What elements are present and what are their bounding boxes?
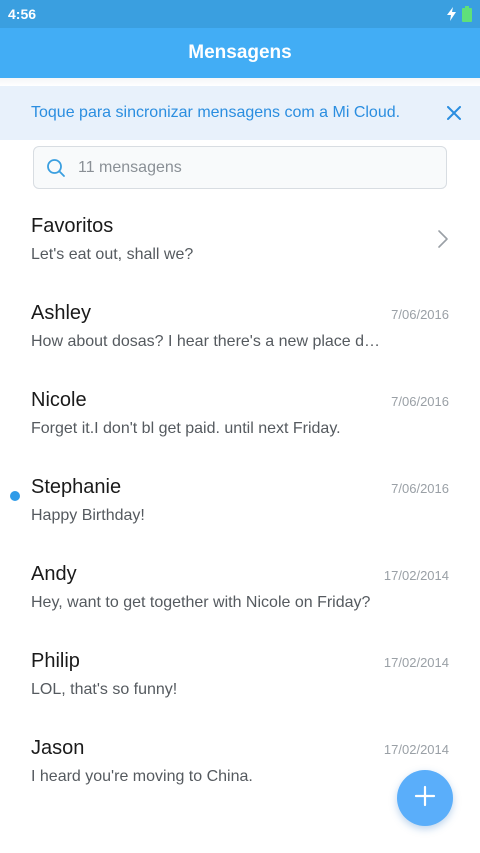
sync-banner-text: Toque para sincronizar mensagens com a M… bbox=[31, 104, 401, 121]
conversation-item-favoritos[interactable]: Favoritos Let's eat out, shall we? bbox=[0, 203, 480, 290]
status-icons bbox=[447, 6, 472, 22]
search-box[interactable] bbox=[33, 146, 447, 189]
conversation-date: 17/02/2014 bbox=[383, 655, 449, 670]
conversation-date: 17/02/2014 bbox=[383, 568, 449, 583]
conversation-name: Andy bbox=[31, 563, 77, 585]
conversation-name: Favoritos bbox=[31, 215, 114, 237]
plus-icon bbox=[414, 785, 436, 812]
conversation-name: Philip bbox=[31, 650, 80, 672]
search-container bbox=[0, 140, 480, 189]
conversation-item-stephanie[interactable]: Stephanie 7/06/2016 Happy Birthday! bbox=[0, 464, 480, 551]
status-bar: 4:56 bbox=[0, 0, 480, 28]
conversation-name: Jason bbox=[31, 737, 85, 759]
conversation-item-philip[interactable]: Philip 17/02/2014 LOL, that's so funny! bbox=[0, 638, 480, 725]
conversation-item-ashley[interactable]: Ashley 7/06/2016 How about dosas? I hear… bbox=[0, 290, 480, 377]
conversation-date: 17/02/2014 bbox=[383, 742, 449, 757]
unread-indicator bbox=[10, 491, 20, 501]
conversation-name: Stephanie bbox=[31, 476, 122, 498]
conversation-preview: Forget it.I don't bl get paid. until nex… bbox=[31, 420, 341, 437]
conversation-list: Favoritos Let's eat out, shall we? Ashle… bbox=[0, 203, 480, 812]
sync-banner[interactable]: Toque para sincronizar mensagens com a M… bbox=[0, 86, 480, 140]
conversation-preview: Hey, want to get together with Nicole on… bbox=[31, 594, 371, 611]
chevron-right-icon bbox=[436, 229, 450, 249]
battery-icon bbox=[462, 6, 472, 22]
conversation-preview: Happy Birthday! bbox=[31, 507, 145, 524]
conversation-preview: How about dosas? I hear there's a new pl… bbox=[31, 333, 386, 350]
conversation-preview: Let's eat out, shall we? bbox=[31, 246, 194, 263]
app-bar: Mensagens bbox=[0, 28, 480, 78]
conversation-date: 7/06/2016 bbox=[391, 481, 449, 496]
conversation-date: 7/06/2016 bbox=[391, 307, 449, 322]
messages-screen: 4:56 Mensagens Toque para sincronizar me… bbox=[0, 0, 480, 853]
new-message-button[interactable] bbox=[397, 770, 453, 826]
page-title: Mensagens bbox=[188, 42, 292, 63]
conversation-preview: I heard you're moving to China. bbox=[31, 768, 253, 785]
conversation-date: 7/06/2016 bbox=[391, 394, 449, 409]
search-input[interactable] bbox=[78, 158, 434, 177]
conversation-item-nicole[interactable]: Nicole 7/06/2016 Forget it.I don't bl ge… bbox=[0, 377, 480, 464]
conversation-name: Nicole bbox=[31, 389, 87, 411]
close-icon[interactable] bbox=[444, 103, 464, 123]
search-icon bbox=[46, 158, 66, 178]
conversation-item-andy[interactable]: Andy 17/02/2014 Hey, want to get togethe… bbox=[0, 551, 480, 638]
bolt-icon bbox=[447, 7, 456, 21]
app-bar-divider bbox=[0, 78, 480, 86]
conversation-name: Ashley bbox=[31, 302, 92, 324]
status-time: 4:56 bbox=[8, 6, 37, 22]
conversation-preview: LOL, that's so funny! bbox=[31, 681, 178, 698]
